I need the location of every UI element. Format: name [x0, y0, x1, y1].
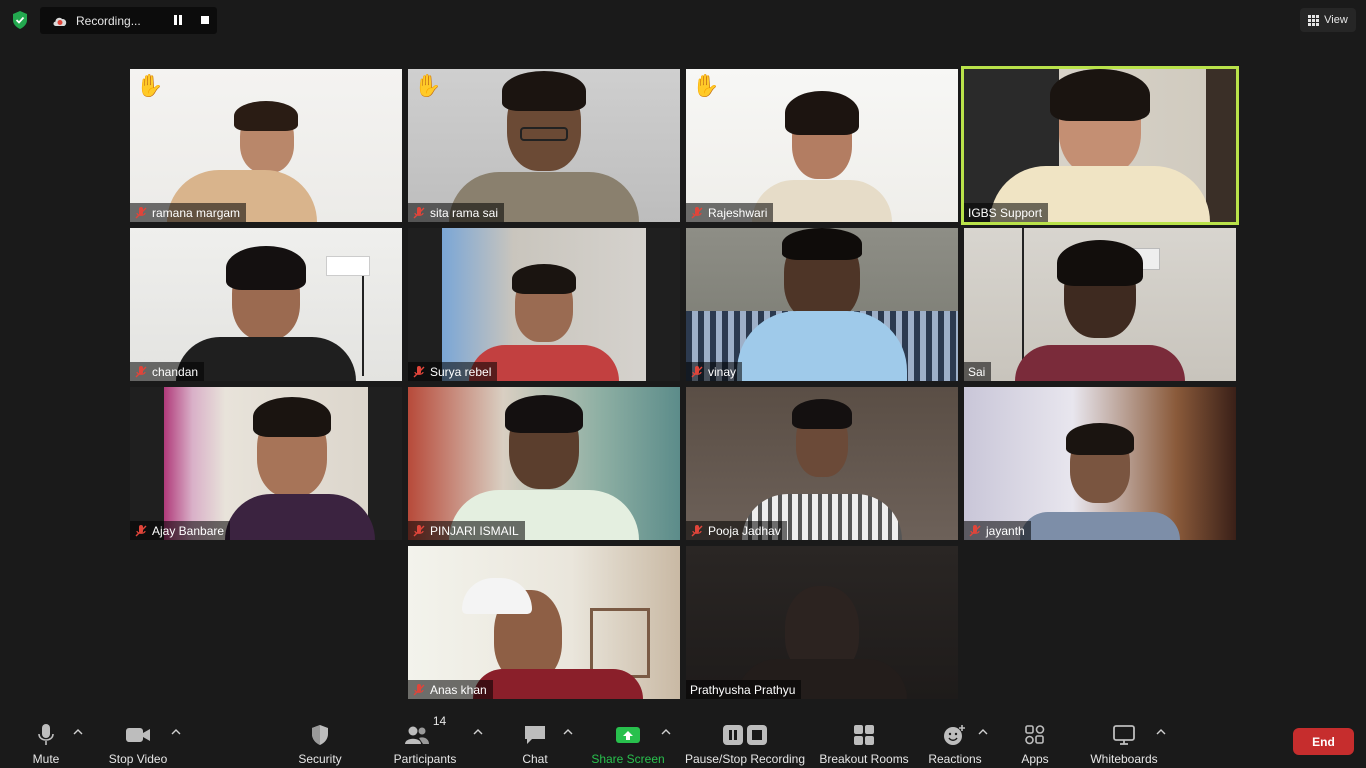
participant-name-tag: PINJARI ISMAIL — [408, 521, 525, 540]
participants-button[interactable]: 14 Participants — [392, 712, 458, 768]
video-tile[interactable]: vinay — [686, 228, 958, 381]
participant-name-tag: Sai — [964, 362, 992, 381]
meeting-toolbar: Mute Stop Video Security 14 Participants… — [0, 712, 1366, 768]
video-tile-active-speaker[interactable]: IGBS Support — [961, 66, 1239, 225]
recording-indicator: Recording... — [40, 7, 217, 34]
raised-hand-icon: ✋ — [414, 73, 442, 98]
people-icon — [404, 726, 429, 744]
pause-stop-recording-button[interactable]: Pause/Stop Recording — [684, 712, 806, 768]
video-tile[interactable]: Ajay Banbare — [130, 387, 402, 540]
view-button[interactable]: View — [1300, 8, 1356, 32]
grid-view-icon — [1308, 14, 1320, 26]
muted-mic-icon — [135, 524, 147, 536]
participants-icon-group: 14 — [404, 714, 446, 750]
chevron-up-icon[interactable] — [473, 728, 483, 736]
cloud-recording-icon — [53, 17, 67, 26]
participant-name-tag: sita rama sai — [408, 203, 505, 222]
participant-name-tag: ramana margam — [130, 203, 247, 222]
video-tile[interactable]: ✋ sita rama sai — [408, 69, 680, 222]
muted-mic-icon — [691, 206, 703, 218]
muted-mic-icon — [135, 206, 147, 218]
chevron-up-icon[interactable] — [978, 728, 988, 736]
participant-name-tag: vinay — [686, 362, 743, 381]
stop-icon — [747, 725, 767, 745]
muted-mic-icon — [413, 524, 425, 536]
reactions-button[interactable]: Reactions — [926, 712, 984, 768]
chevron-up-icon[interactable] — [1156, 728, 1166, 736]
video-tile[interactable]: Prathyusha Prathyu — [686, 546, 958, 699]
chat-button[interactable]: Chat — [518, 712, 552, 768]
breakout-rooms-icon — [853, 720, 875, 750]
security-button[interactable]: Security — [292, 712, 348, 768]
muted-mic-icon — [135, 365, 147, 377]
whiteboard-icon — [1112, 720, 1136, 750]
whiteboards-button[interactable]: Whiteboards — [1088, 712, 1160, 768]
muted-mic-icon — [413, 683, 425, 695]
raised-hand-icon: ✋ — [136, 73, 164, 98]
participant-name-tag: Pooja Jadhav — [686, 521, 787, 540]
muted-mic-icon — [413, 206, 425, 218]
chevron-up-icon[interactable] — [661, 728, 671, 736]
stop-video-button[interactable]: Stop Video — [104, 712, 172, 768]
participant-name-tag: Prathyusha Prathyu — [686, 680, 802, 699]
pause-recording-icon[interactable] — [173, 15, 183, 25]
end-meeting-button[interactable]: End — [1293, 728, 1354, 755]
muted-mic-icon — [969, 524, 981, 536]
pause-stop-recording-icons — [723, 720, 767, 750]
video-tile[interactable]: ✋ ramana margam — [130, 69, 402, 222]
breakout-rooms-button[interactable]: Breakout Rooms — [818, 712, 910, 768]
chevron-up-icon[interactable] — [171, 728, 181, 736]
participants-count: 14 — [432, 714, 447, 728]
smiley-plus-icon — [943, 720, 967, 750]
participant-name-tag: Surya rebel — [408, 362, 498, 381]
chevron-up-icon[interactable] — [73, 728, 83, 736]
apps-icon — [1024, 720, 1046, 750]
participant-name-tag: IGBS Support — [964, 203, 1049, 222]
video-tile[interactable]: Anas khan — [408, 546, 680, 699]
participant-name-tag: chandan — [130, 362, 205, 381]
participant-name-tag: Anas khan — [408, 680, 493, 699]
muted-mic-icon — [691, 524, 703, 536]
participant-name-tag: Ajay Banbare — [130, 521, 231, 540]
chevron-up-icon[interactable] — [563, 728, 573, 736]
video-tile[interactable]: Sai — [964, 228, 1236, 381]
participant-name-tag: jayanth — [964, 521, 1031, 540]
video-tile[interactable]: Surya rebel — [408, 228, 680, 381]
raised-hand-icon: ✋ — [692, 73, 720, 98]
video-camera-icon — [125, 720, 151, 750]
video-tile[interactable]: chandan — [130, 228, 402, 381]
apps-button[interactable]: Apps — [1018, 712, 1052, 768]
muted-mic-icon — [691, 365, 703, 377]
view-label: View — [1324, 14, 1348, 26]
share-screen-button[interactable]: Share Screen — [591, 712, 665, 768]
video-tile[interactable]: ✋ Rajeshwari — [686, 69, 958, 222]
video-tile[interactable]: PINJARI ISMAIL — [408, 387, 680, 540]
share-screen-icon — [615, 720, 641, 750]
stop-recording-icon[interactable] — [201, 16, 209, 24]
microphone-icon — [37, 720, 55, 750]
shield-icon — [310, 720, 330, 750]
mute-button[interactable]: Mute — [26, 712, 66, 768]
recording-label: Recording... — [76, 13, 141, 28]
chat-bubble-icon — [523, 720, 547, 750]
participant-name-tag: Rajeshwari — [686, 203, 774, 222]
muted-mic-icon — [413, 365, 425, 377]
video-tile[interactable]: jayanth — [964, 387, 1236, 540]
video-tile[interactable]: Pooja Jadhav — [686, 387, 958, 540]
pause-icon — [723, 725, 743, 745]
security-shield-icon[interactable] — [10, 10, 30, 30]
